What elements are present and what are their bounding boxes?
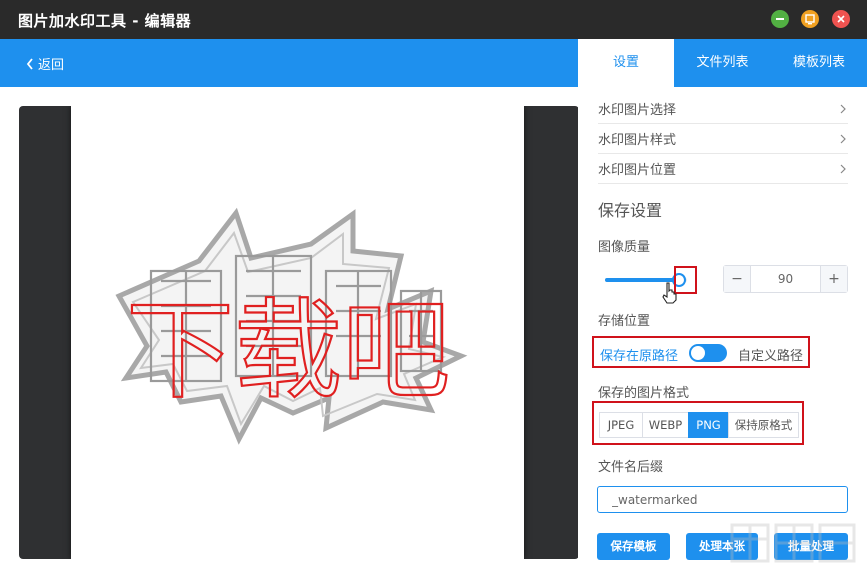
- editor-header: 返回: [0, 39, 578, 87]
- minimize-icon: [776, 18, 784, 20]
- chevron-right-icon: [840, 164, 846, 173]
- minimize-button[interactable]: [771, 10, 789, 28]
- menu-watermark-position[interactable]: 水印图片位置: [598, 154, 848, 184]
- format-png-button[interactable]: PNG: [688, 412, 729, 438]
- quality-decrement-button[interactable]: −: [724, 266, 751, 292]
- quality-label: 图像质量: [598, 240, 651, 255]
- quality-increment-button[interactable]: +: [820, 266, 847, 292]
- tab-settings[interactable]: 设置: [578, 39, 674, 87]
- watermarked-image: 下载吧: [115, 207, 468, 445]
- site-logo-watermark: [730, 523, 856, 563]
- save-template-button[interactable]: 保存模板: [597, 533, 670, 560]
- menu-label: 水印图片选择: [598, 103, 677, 118]
- location-toggle-switch[interactable]: [689, 344, 727, 362]
- window-title: 图片加水印工具 - 编辑器: [18, 12, 192, 30]
- location-original-option[interactable]: 保存在原路径: [600, 345, 678, 364]
- back-label: 返回: [38, 58, 65, 73]
- suffix-input[interactable]: [597, 486, 848, 513]
- menu-watermark-style[interactable]: 水印图片样式: [598, 124, 848, 154]
- close-icon: [837, 15, 845, 23]
- location-toggle-group: 保存在原路径 自定义路径: [592, 336, 810, 368]
- maximize-button[interactable]: [801, 10, 819, 28]
- quality-stepper: − 90 +: [723, 265, 848, 293]
- toggle-knob: [691, 346, 705, 360]
- menu-label: 水印图片样式: [598, 133, 677, 148]
- tab-template-list[interactable]: 模板列表: [771, 39, 867, 87]
- chevron-left-icon: [26, 57, 33, 70]
- format-webp-button[interactable]: WEBP: [642, 412, 689, 438]
- format-label: 保存的图片格式: [598, 386, 690, 401]
- location-label: 存储位置: [598, 314, 651, 329]
- hand-cursor-icon: [662, 282, 677, 304]
- maximize-icon: [805, 14, 815, 25]
- suffix-label: 文件名后缀: [598, 460, 664, 475]
- preview-canvas: 下载吧: [19, 106, 579, 559]
- format-selector: JPEG WEBP PNG 保持原格式: [592, 401, 804, 445]
- panel-tabs: 设置 文件列表 模板列表: [578, 39, 867, 87]
- chevron-right-icon: [840, 104, 846, 113]
- chevron-right-icon: [840, 134, 846, 143]
- save-settings-title: 保存设置: [598, 201, 663, 220]
- settings-panel: 水印图片选择 水印图片样式 水印图片位置 保存设置 图像质量 − 90 + 存储…: [578, 87, 867, 578]
- format-keep-original-button[interactable]: 保持原格式: [728, 412, 799, 438]
- back-button[interactable]: 返回: [26, 54, 64, 73]
- quality-value[interactable]: 90: [751, 266, 820, 292]
- close-button[interactable]: [832, 10, 850, 28]
- tab-file-list[interactable]: 文件列表: [674, 39, 771, 87]
- preview-image: 下载吧: [71, 106, 524, 559]
- format-jpeg-button[interactable]: JPEG: [599, 412, 643, 438]
- menu-watermark-select[interactable]: 水印图片选择: [598, 94, 848, 124]
- menu-label: 水印图片位置: [598, 163, 677, 178]
- title-bar: 图片加水印工具 - 编辑器: [0, 0, 867, 39]
- watermark-text: 下载吧: [126, 289, 450, 414]
- location-custom-option[interactable]: 自定义路径: [738, 345, 803, 364]
